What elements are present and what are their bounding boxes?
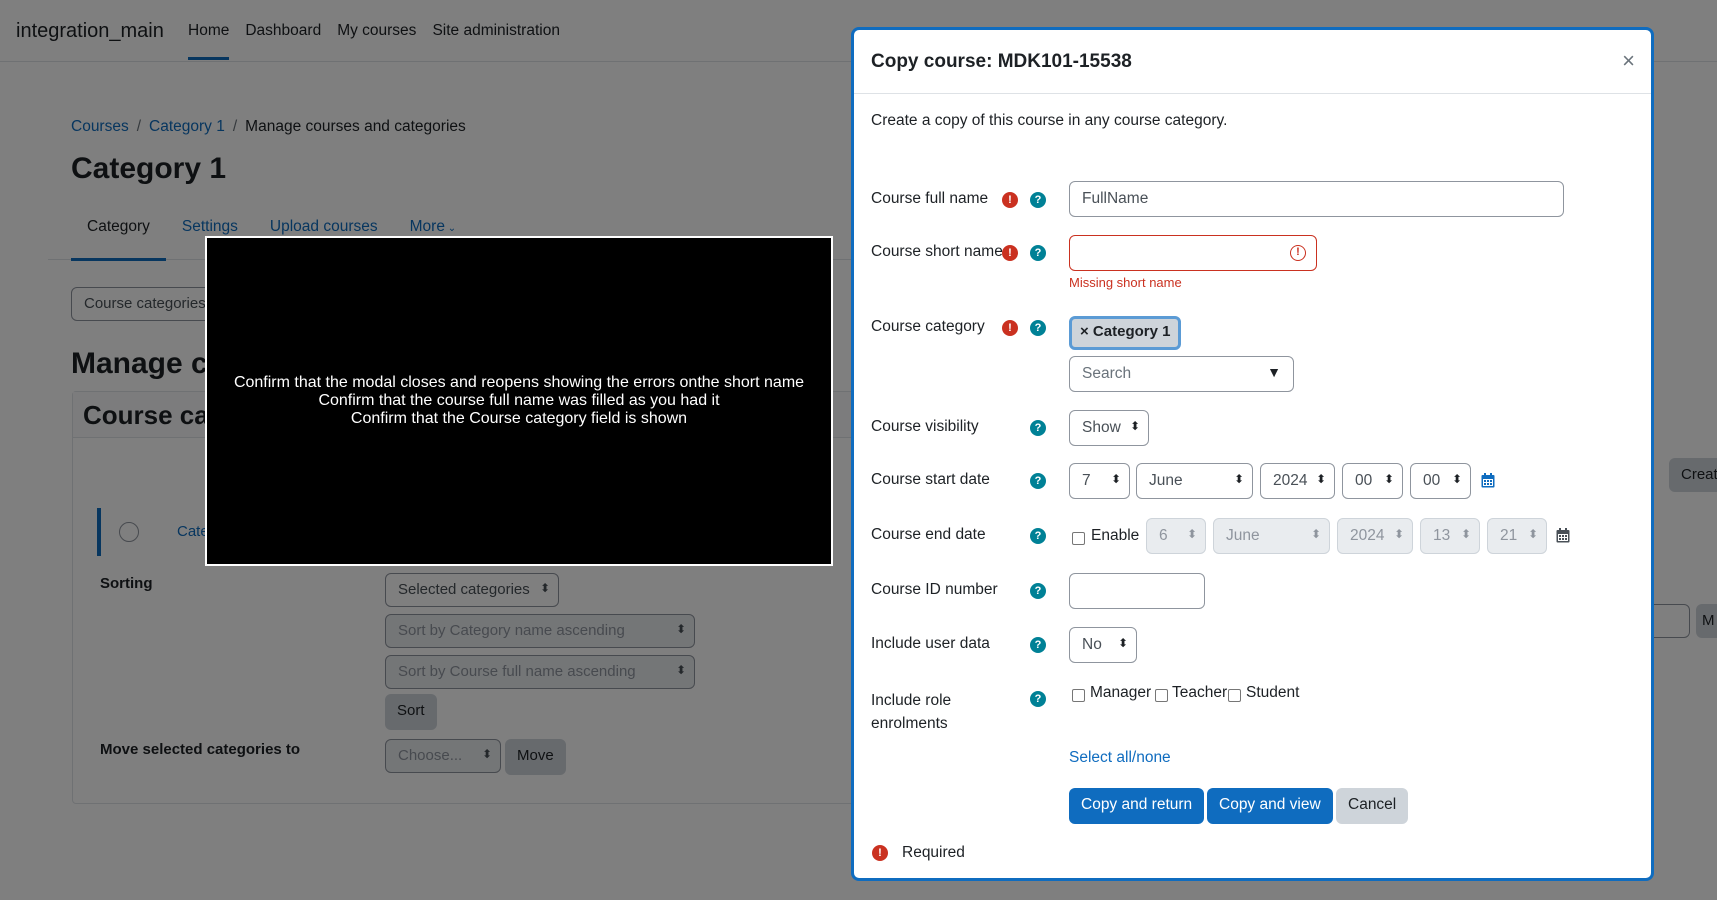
start-hour-select[interactable]: 00 — [1342, 463, 1403, 499]
role-student-checkbox[interactable] — [1228, 689, 1241, 702]
select-all-none-link[interactable]: Select all/none — [1069, 749, 1171, 767]
category-label: Course category — [871, 318, 985, 335]
required-icon: ! — [1002, 245, 1018, 261]
end-year-select[interactable]: 2024 — [1337, 518, 1413, 554]
full-name-label: Course full name — [871, 190, 989, 207]
help-icon[interactable]: ? — [1030, 320, 1046, 336]
calendar-icon[interactable] — [1556, 528, 1570, 543]
visibility-label: Course visibility — [871, 418, 979, 435]
help-icon[interactable]: ? — [1030, 637, 1046, 653]
idnumber-label: Course ID number — [871, 581, 998, 598]
category-search-input[interactable]: Search ▼ — [1069, 356, 1294, 392]
role-student-label: Student — [1246, 684, 1300, 701]
instruction-line-2: Confirm that the course full name was fi… — [318, 392, 720, 409]
start-month-select[interactable]: June — [1136, 463, 1253, 499]
instruction-line-1: Confirm that the modal closes and reopen… — [233, 374, 805, 391]
short-name-label: Course short name — [871, 243, 1003, 260]
role-manager-checkbox[interactable] — [1072, 689, 1085, 702]
help-icon[interactable]: ? — [1030, 245, 1046, 261]
modal-intro: Create a copy of this course in any cour… — [871, 112, 1228, 129]
userdata-select[interactable]: No — [1069, 627, 1137, 663]
full-name-input[interactable]: FullName — [1069, 181, 1564, 217]
help-icon[interactable]: ? — [1030, 691, 1046, 707]
required-legend: Required — [902, 844, 965, 861]
copy-and-return-button[interactable]: Copy and return — [1069, 788, 1205, 824]
category-tag[interactable]: × Category 1 — [1069, 316, 1182, 350]
close-icon[interactable]: × — [1622, 48, 1635, 74]
roles-label: Include role enrolments — [871, 689, 951, 735]
end-day-select[interactable]: 6 — [1146, 518, 1206, 554]
test-instructions-overlay: Confirm that the modal closes and reopen… — [205, 236, 833, 566]
role-manager-label: Manager — [1090, 684, 1152, 701]
help-icon[interactable]: ? — [1030, 583, 1046, 599]
start-date-label: Course start date — [871, 471, 990, 488]
end-date-label: Course end date — [871, 526, 986, 543]
copy-and-view-button[interactable]: Copy and view — [1207, 788, 1333, 824]
dropdown-arrow-icon[interactable]: ▼ — [1267, 364, 1281, 380]
end-month-select[interactable]: June — [1213, 518, 1330, 554]
role-teacher-checkbox[interactable] — [1155, 689, 1168, 702]
roles-label-line-2: enrolments — [871, 715, 948, 732]
required-icon: ! — [1002, 192, 1018, 208]
start-day-select[interactable]: 7 — [1069, 463, 1130, 499]
cancel-button[interactable]: Cancel — [1336, 788, 1409, 824]
start-minute-select[interactable]: 00 — [1410, 463, 1471, 499]
start-year-select[interactable]: 2024 — [1260, 463, 1335, 499]
help-icon[interactable]: ? — [1030, 420, 1046, 436]
required-icon: ! — [872, 845, 888, 861]
instruction-line-3: Confirm that the Course category field i… — [350, 410, 688, 427]
modal-title: Copy course: MDK101-15538 — [871, 51, 1132, 72]
modal-header: Copy course: MDK101-15538 × — [854, 30, 1651, 94]
short-name-error: Missing short name — [1069, 275, 1182, 290]
role-teacher-label: Teacher — [1172, 684, 1228, 701]
help-icon[interactable]: ? — [1030, 192, 1046, 208]
roles-label-line-1: Include role — [871, 692, 952, 709]
calendar-icon[interactable] — [1481, 473, 1495, 488]
help-icon[interactable]: ? — [1030, 528, 1046, 544]
end-date-enable-checkbox[interactable] — [1072, 532, 1085, 545]
short-name-input[interactable]: ! — [1069, 235, 1317, 271]
required-icon: ! — [1002, 320, 1018, 336]
copy-course-modal: Copy course: MDK101-15538 × Create a cop… — [851, 27, 1654, 881]
category-search-placeholder: Search — [1082, 365, 1132, 382]
invalid-icon: ! — [1290, 245, 1306, 261]
end-hour-select[interactable]: 13 — [1420, 518, 1480, 554]
visibility-select[interactable]: Show — [1069, 410, 1149, 446]
userdata-label: Include user data — [871, 635, 990, 652]
end-minute-select[interactable]: 21 — [1487, 518, 1547, 554]
help-icon[interactable]: ? — [1030, 473, 1046, 489]
idnumber-input[interactable] — [1069, 573, 1205, 609]
end-date-enable-label: Enable — [1091, 527, 1140, 544]
